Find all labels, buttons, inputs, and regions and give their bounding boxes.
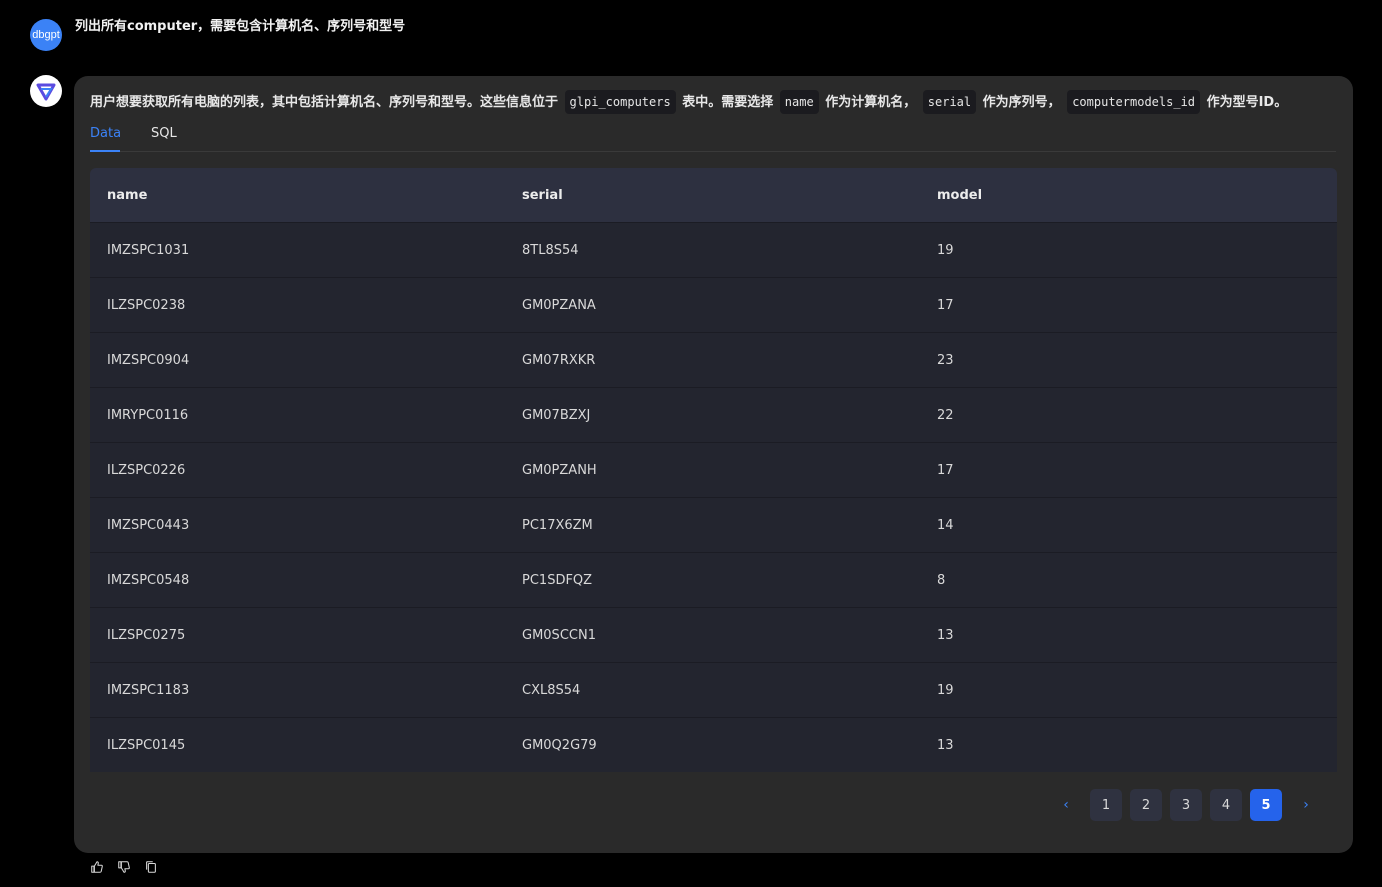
cell-model: 13 xyxy=(937,627,954,643)
user-avatar: dbgpt xyxy=(30,19,62,51)
table-row: ILZSPC0226 GM0PZANH 17 xyxy=(90,442,1337,497)
cell-name: ILZSPC0238 xyxy=(107,297,186,313)
inline-code-table: glpi_computers xyxy=(564,90,676,114)
page-button-4[interactable]: 4 xyxy=(1210,789,1242,821)
cell-model: 8 xyxy=(937,572,946,588)
cell-name: ILZSPC0226 xyxy=(107,462,186,478)
user-message-text: 列出所有computer，需要包含计算机名、序列号和型号 xyxy=(75,19,406,34)
cell-model: 23 xyxy=(937,352,954,368)
cell-name: ILZSPC0275 xyxy=(107,627,186,643)
results-table: name serial model IMZSPC1031 8TL8S54 19 … xyxy=(90,168,1337,772)
table-row: IMRYPC0116 GM07BZXJ 22 xyxy=(90,387,1337,442)
cell-serial: CXL8S54 xyxy=(522,682,581,698)
reply-intro-text: 用户想要获取所有电脑的列表，其中包括计算机名、序列号和型号。这些信息位于 glp… xyxy=(90,90,1287,116)
next-page-button[interactable]: › xyxy=(1290,789,1322,821)
cell-serial: PC1SDFQZ xyxy=(522,572,593,588)
table-row: IMZSPC0548 PC1SDFQZ 8 xyxy=(90,552,1337,607)
intro-text-part: 作为序列号， xyxy=(982,95,1061,110)
thumbs-down-icon[interactable] xyxy=(117,859,131,875)
cell-name: ILZSPC0145 xyxy=(107,737,186,753)
cell-name: IMZSPC1031 xyxy=(107,242,190,258)
column-header-serial: serial xyxy=(522,187,563,203)
table-row: IMZSPC1031 8TL8S54 19 xyxy=(90,222,1337,277)
table-row: IMZSPC0443 PC17X6ZM 14 xyxy=(90,497,1337,552)
table-row: ILZSPC0145 GM0Q2G79 13 xyxy=(90,717,1337,772)
cell-serial: 8TL8S54 xyxy=(522,242,579,258)
cell-serial: GM0Q2G79 xyxy=(522,737,597,753)
inline-code-serial: serial xyxy=(922,90,977,114)
cell-model: 22 xyxy=(937,407,954,423)
pagination: ‹ 1 2 3 4 5 › xyxy=(1042,789,1322,821)
cell-name: IMZSPC1183 xyxy=(107,682,190,698)
table-row: IMZSPC0904 GM07RXKR 23 xyxy=(90,332,1337,387)
bot-avatar xyxy=(30,75,62,107)
cell-model: 14 xyxy=(937,517,954,533)
page-button-2[interactable]: 2 xyxy=(1130,789,1162,821)
cell-model: 17 xyxy=(937,297,954,313)
cell-name: IMZSPC0548 xyxy=(107,572,190,588)
column-header-model: model xyxy=(937,187,983,203)
table-row: IMZSPC1183 CXL8S54 19 xyxy=(90,662,1337,717)
copy-icon[interactable] xyxy=(144,859,158,875)
column-header-name: name xyxy=(107,187,148,203)
cell-serial: GM07RXKR xyxy=(522,352,596,368)
cell-serial: GM0SCCN1 xyxy=(522,627,596,643)
cell-model: 17 xyxy=(937,462,954,478)
cell-serial: GM07BZXJ xyxy=(522,407,591,423)
page-button-5-current[interactable]: 5 xyxy=(1250,789,1282,821)
page-button-1[interactable]: 1 xyxy=(1090,789,1122,821)
result-tabs: Data SQL xyxy=(90,124,1336,152)
chat-page: dbgpt 列出所有computer，需要包含计算机名、序列号和型号 用户想要获… xyxy=(0,0,1382,887)
table-row: ILZSPC0238 GM0PZANA 17 xyxy=(90,277,1337,332)
cell-model: 19 xyxy=(937,242,954,258)
cell-model: 13 xyxy=(937,737,954,753)
user-message-row: dbgpt 列出所有computer，需要包含计算机名、序列号和型号 xyxy=(30,19,405,51)
cell-serial: GM0PZANH xyxy=(522,462,597,478)
table-row: ILZSPC0275 GM0SCCN1 13 xyxy=(90,607,1337,662)
intro-text-part: 用户想要获取所有电脑的列表，其中包括计算机名、序列号和型号。这些信息位于 xyxy=(90,95,559,110)
cell-serial: PC17X6ZM xyxy=(522,517,593,533)
inline-code-model-id: computermodels_id xyxy=(1067,90,1201,114)
bot-logo-icon xyxy=(33,78,59,104)
cell-name: IMZSPC0904 xyxy=(107,352,190,368)
assistant-reply-bubble: 用户想要获取所有电脑的列表，其中包括计算机名、序列号和型号。这些信息位于 glp… xyxy=(74,76,1353,853)
table-header-row: name serial model xyxy=(90,168,1337,222)
intro-text-part: 表中。需要选择 xyxy=(682,95,774,110)
cell-name: IMZSPC0443 xyxy=(107,517,190,533)
intro-text-part: 作为计算机名， xyxy=(825,95,917,110)
intro-text-part: 作为型号ID。 xyxy=(1206,95,1288,110)
cell-name: IMRYPC0116 xyxy=(107,407,189,423)
thumbs-up-icon[interactable] xyxy=(90,859,104,875)
page-button-3[interactable]: 3 xyxy=(1170,789,1202,821)
reply-actions xyxy=(90,859,171,875)
cell-model: 19 xyxy=(937,682,954,698)
cell-serial: GM0PZANA xyxy=(522,297,596,313)
tab-data[interactable]: Data xyxy=(90,124,121,152)
tab-sql[interactable]: SQL xyxy=(151,124,177,150)
inline-code-name: name xyxy=(779,90,819,114)
prev-page-button[interactable]: ‹ xyxy=(1050,789,1082,821)
